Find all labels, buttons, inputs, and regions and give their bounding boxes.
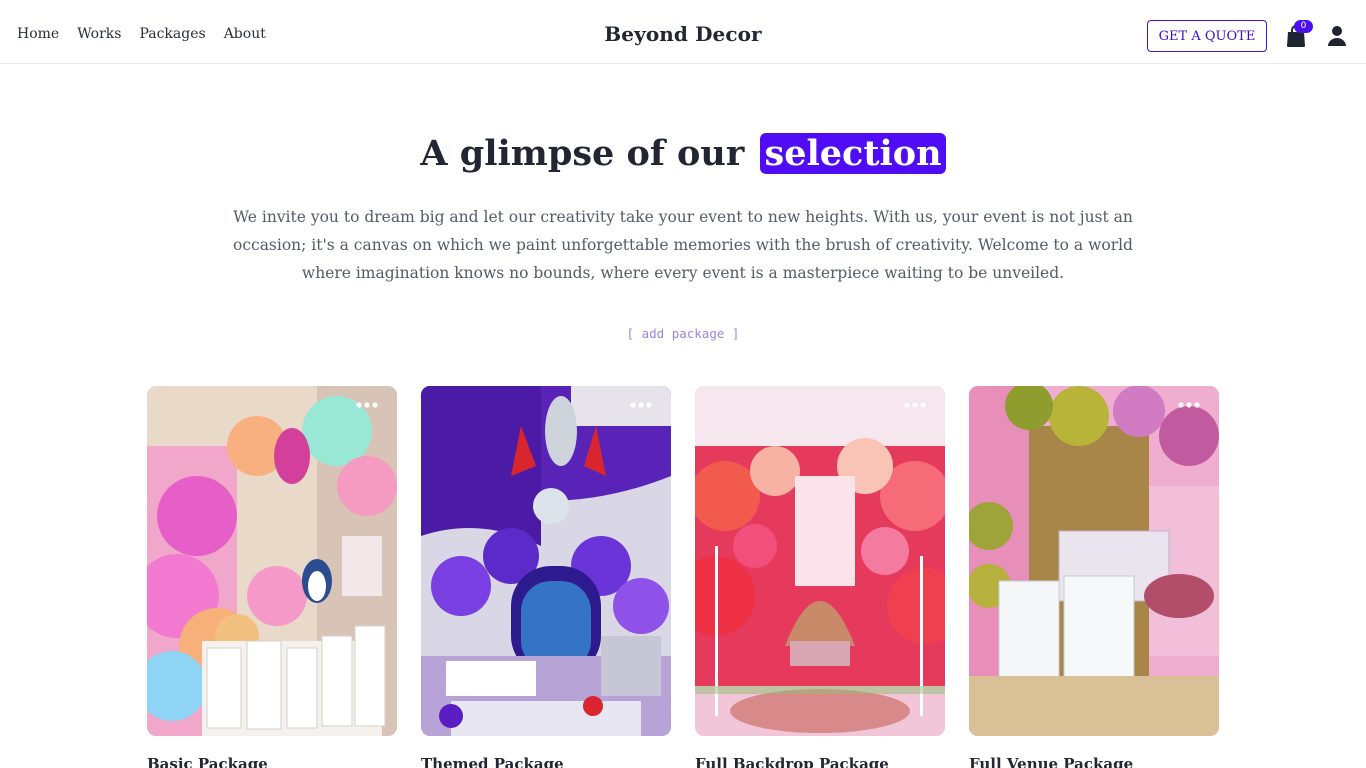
package-photo [695,386,945,736]
package-card-themed[interactable] [421,386,671,736]
nav-packages[interactable]: Packages [139,26,205,42]
more-dots-icon[interactable] [904,400,926,410]
cart-count-badge: 0 [1294,20,1313,33]
package-photo [969,386,1219,736]
site-header: Home Works Packages About Beyond Decor G… [0,0,1366,64]
more-dots-icon[interactable] [356,400,378,410]
hero-description: We invite you to dream big and let our c… [233,208,1133,282]
package-card-full-venue[interactable] [969,386,1219,736]
package-title[interactable]: Themed Package [421,755,564,768]
package-card-full-backdrop[interactable] [695,386,945,736]
nav-home[interactable]: Home [17,26,59,42]
title-prefix: A glimpse of our [420,133,745,174]
title-highlight: selection [760,133,946,174]
package-photo [421,386,671,736]
nav-about[interactable]: About [224,26,266,42]
package-card-basic[interactable] [147,386,397,736]
more-dots-icon[interactable] [630,400,652,410]
nav-works[interactable]: Works [77,26,121,42]
more-dots-icon[interactable] [1178,400,1200,410]
user-icon[interactable] [1327,25,1347,47]
package-title[interactable]: Full Venue Package [969,755,1133,768]
get-a-quote-button[interactable]: GET A QUOTE [1147,20,1267,52]
main-nav: Home Works Packages About [17,26,266,42]
page-title: A glimpse of our selection [0,128,1366,180]
package-title[interactable]: Full Backdrop Package [695,755,889,768]
add-package-link[interactable]: [ add package ] [0,326,1366,341]
package-title[interactable]: Basic Package [147,755,268,768]
package-photo [147,386,397,736]
